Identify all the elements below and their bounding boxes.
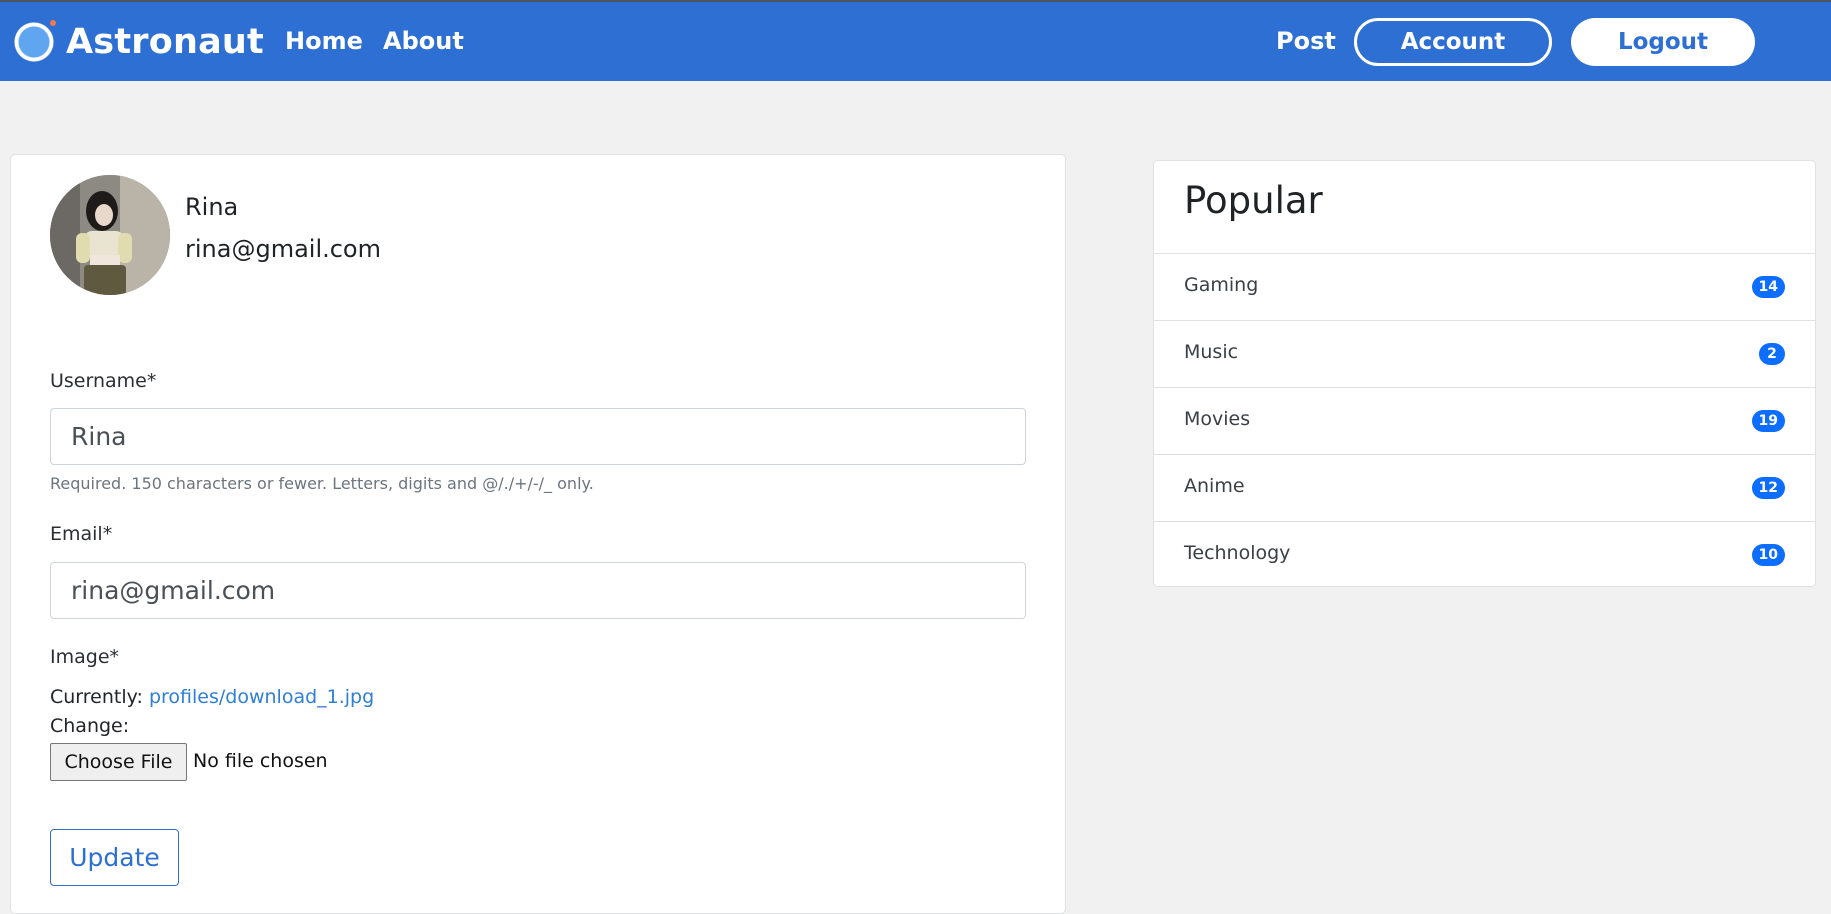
list-item-label: Technology — [1184, 542, 1291, 564]
username-label: Username* — [50, 370, 157, 392]
username-input[interactable]: Rina — [50, 408, 1026, 465]
profile-photo-icon — [50, 175, 170, 295]
currently-label: Currently: — [50, 686, 143, 708]
count-badge: 12 — [1751, 477, 1785, 499]
nav-about-link[interactable]: About — [383, 27, 464, 55]
list-item-label: Movies — [1184, 408, 1251, 430]
count-badge: 2 — [1759, 343, 1785, 365]
list-item-label: Anime — [1184, 475, 1245, 497]
popular-title: Popular — [1184, 179, 1323, 222]
brand-name: Astronaut — [66, 22, 264, 62]
update-button[interactable]: Update — [50, 829, 179, 886]
profile-name: Rina — [185, 193, 239, 221]
username-help-text: Required. 150 characters or fewer. Lette… — [50, 474, 594, 493]
count-badge: 19 — [1751, 410, 1785, 432]
file-status-text: No file chosen — [193, 750, 328, 772]
change-label: Change: — [50, 715, 130, 737]
account-button[interactable]: Account — [1354, 18, 1552, 66]
top-navbar: Astronaut Home About Post Account Logout — [0, 0, 1831, 81]
nav-post-link[interactable]: Post — [1276, 27, 1336, 55]
profile-avatar — [50, 175, 170, 295]
profile-card — [10, 154, 1066, 914]
count-badge: 14 — [1751, 276, 1785, 298]
popular-card: Popular Gaming 14 Music 2 Movies 19 Anim… — [1153, 160, 1816, 587]
popular-item-gaming[interactable]: Gaming 14 — [1154, 253, 1815, 320]
astronaut-helmet-icon — [14, 20, 56, 62]
brand-logo-link[interactable]: Astronaut — [14, 20, 264, 64]
image-label: Image* — [50, 646, 120, 668]
profile-email: rina@gmail.com — [185, 235, 381, 263]
popular-item-music[interactable]: Music 2 — [1154, 320, 1815, 387]
list-item-label: Gaming — [1184, 274, 1259, 296]
current-image-link[interactable]: profiles/download_1.jpg — [149, 686, 374, 708]
choose-file-button[interactable]: Choose File — [50, 743, 187, 781]
popular-item-technology[interactable]: Technology 10 — [1154, 521, 1815, 586]
logout-button[interactable]: Logout — [1571, 18, 1755, 66]
list-item-label: Music — [1184, 341, 1239, 363]
popular-item-movies[interactable]: Movies 19 — [1154, 387, 1815, 454]
email-input[interactable]: rina@gmail.com — [50, 562, 1026, 619]
popular-item-anime[interactable]: Anime 12 — [1154, 454, 1815, 521]
count-badge: 10 — [1751, 544, 1785, 566]
email-label: Email* — [50, 523, 113, 545]
nav-home-link[interactable]: Home — [285, 27, 363, 55]
current-image-row: Currently: profiles/download_1.jpg — [50, 686, 374, 708]
